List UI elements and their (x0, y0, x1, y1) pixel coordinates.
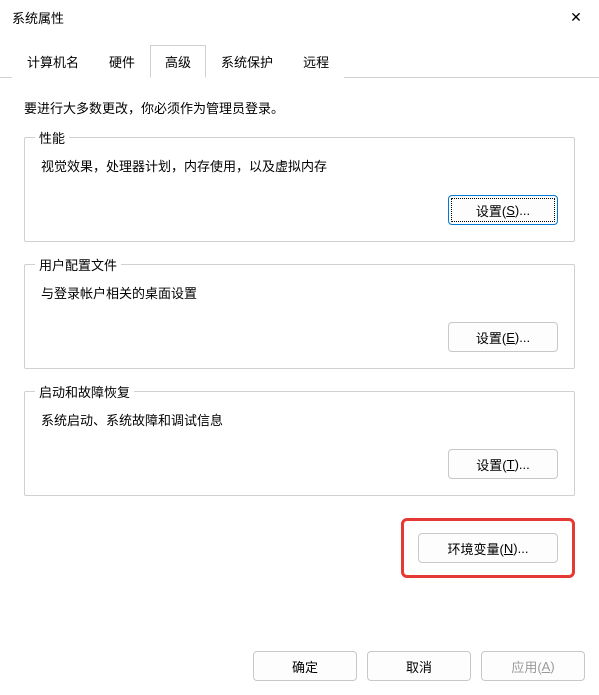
intro-text: 要进行大多数更改，你必须作为管理员登录。 (24, 98, 575, 117)
startup-recovery-group: 启动和故障恢复 系统启动、系统故障和调试信息 设置(T)... (24, 391, 575, 496)
startup-recovery-settings-button[interactable]: 设置(T)... (448, 449, 558, 479)
window-title: 系统属性 (12, 8, 64, 27)
tab-advanced[interactable]: 高级 (150, 45, 206, 78)
env-vars-row: 环境变量(N)... (24, 518, 575, 578)
ok-button[interactable]: 确定 (253, 651, 357, 681)
user-profiles-desc: 与登录帐户相关的桌面设置 (41, 283, 558, 302)
dialog-action-bar: 确定 取消 应用(A) (253, 651, 585, 681)
user-profiles-group: 用户配置文件 与登录帐户相关的桌面设置 设置(E)... (24, 264, 575, 369)
startup-recovery-desc: 系统启动、系统故障和调试信息 (41, 410, 558, 429)
tab-content: 要进行大多数更改，你必须作为管理员登录。 性能 视觉效果，处理器计划，内存使用，… (0, 78, 599, 608)
apply-button[interactable]: 应用(A) (481, 651, 585, 681)
performance-legend: 性能 (35, 128, 69, 147)
environment-variables-button[interactable]: 环境变量(N)... (418, 533, 558, 563)
startup-recovery-legend: 启动和故障恢复 (35, 382, 134, 401)
tab-remote[interactable]: 远程 (288, 45, 344, 78)
highlight-annotation: 环境变量(N)... (401, 518, 575, 578)
tab-bar: 计算机名 硬件 高级 系统保护 远程 (0, 44, 599, 78)
performance-group: 性能 视觉效果，处理器计划，内存使用，以及虚拟内存 设置(S)... (24, 137, 575, 242)
tab-hardware[interactable]: 硬件 (94, 45, 150, 78)
tab-computer-name[interactable]: 计算机名 (12, 45, 94, 78)
close-button[interactable]: ✕ (553, 1, 599, 33)
cancel-button[interactable]: 取消 (367, 651, 471, 681)
user-profiles-settings-button[interactable]: 设置(E)... (448, 322, 558, 352)
tab-system-protection[interactable]: 系统保护 (206, 45, 288, 78)
performance-desc: 视觉效果，处理器计划，内存使用，以及虚拟内存 (41, 156, 558, 175)
user-profiles-legend: 用户配置文件 (35, 255, 121, 274)
performance-settings-button[interactable]: 设置(S)... (448, 195, 558, 225)
titlebar: 系统属性 ✕ (0, 0, 599, 34)
close-icon: ✕ (570, 9, 582, 26)
